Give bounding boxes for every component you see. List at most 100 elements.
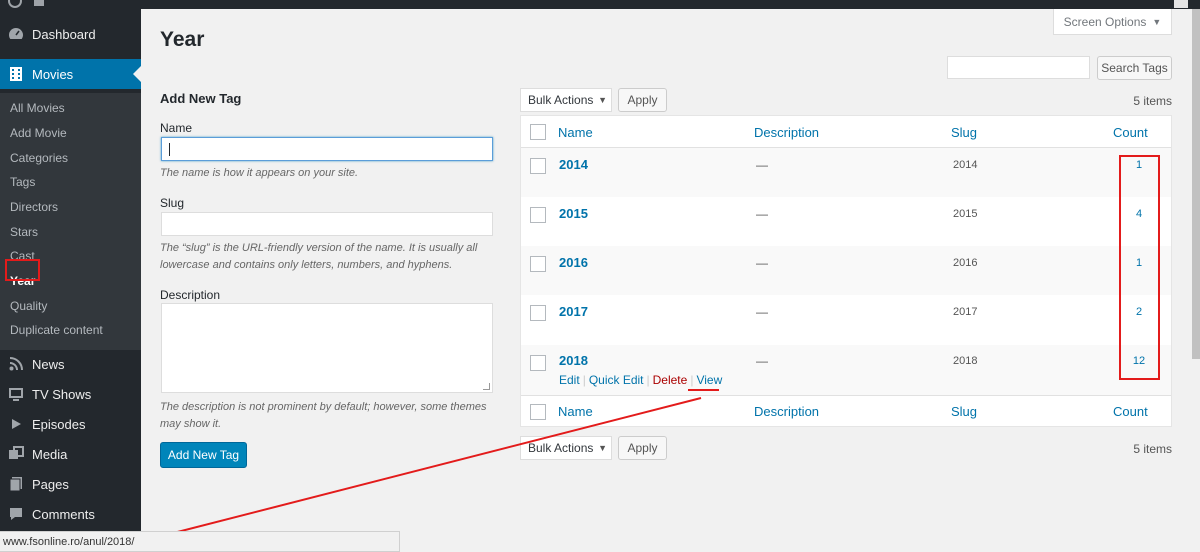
form-heading: Add New Tag xyxy=(160,91,242,106)
table-header-row: Name Description Slug Count xyxy=(521,116,1171,148)
description-label: Description xyxy=(160,288,221,302)
sidebar-item-media[interactable]: Media xyxy=(0,439,141,469)
sidebar-item-episodes[interactable]: Episodes xyxy=(0,409,141,439)
slug-help-text: The “slug” is the URL-friendly version o… xyxy=(160,242,478,271)
bulk-actions-select-top[interactable]: Bulk Actions ▼ xyxy=(520,88,612,112)
delete-link[interactable]: Delete xyxy=(653,373,688,387)
tag-description: — xyxy=(756,354,768,368)
tag-slug: 2017 xyxy=(953,306,978,318)
sidebar-item-dashboard[interactable]: Dashboard xyxy=(0,19,141,49)
sidebar-item-label: Media xyxy=(32,446,68,462)
row-checkbox[interactable] xyxy=(530,355,546,371)
screen-options-button[interactable]: Screen Options ▼ xyxy=(1053,9,1172,35)
sidebar-item-label: News xyxy=(32,356,65,372)
separator: | xyxy=(582,373,586,387)
submenu-all-movies[interactable]: All Movies xyxy=(10,101,65,115)
name-help-text: The name is how it appears on your site. xyxy=(160,167,359,179)
tag-description: — xyxy=(756,207,768,221)
sidebar-item-label: Movies xyxy=(32,66,74,82)
text-caret xyxy=(169,143,170,156)
tv-icon xyxy=(8,386,24,402)
tag-name-link[interactable]: 2014 xyxy=(559,157,588,172)
home-icon[interactable] xyxy=(34,0,44,6)
sidebar-item-label: Comments xyxy=(32,506,95,522)
row-checkbox[interactable] xyxy=(530,305,546,321)
caret-down-icon: ▼ xyxy=(598,95,607,105)
sidebar-item-comments[interactable]: Comments xyxy=(0,499,141,529)
view-link[interactable]: View xyxy=(696,373,722,387)
bulk-actions-label: Bulk Actions xyxy=(528,441,594,455)
pages-icon xyxy=(8,476,24,492)
search-tags-button[interactable]: Search Tags xyxy=(1097,56,1172,80)
column-header-description: Description xyxy=(754,125,820,140)
sidebar-item-movies[interactable]: Movies xyxy=(0,59,141,89)
name-label: Name xyxy=(160,121,193,135)
tag-slug: 2018 xyxy=(953,355,978,367)
edit-link[interactable]: Edit xyxy=(559,373,580,387)
sidebar-item-news[interactable]: News xyxy=(0,349,141,379)
count-highlight-annotation xyxy=(1119,155,1160,380)
film-icon xyxy=(8,66,24,82)
sidebar-item-label: Pages xyxy=(32,476,69,492)
tag-description: — xyxy=(756,158,768,172)
submenu-add-movie[interactable]: Add Movie xyxy=(10,126,67,140)
submenu-stars[interactable]: Stars xyxy=(10,225,38,239)
bulk-actions-label: Bulk Actions xyxy=(528,93,594,107)
row-checkbox[interactable] xyxy=(530,256,546,272)
submenu-directors[interactable]: Directors xyxy=(10,200,58,214)
browser-status-bar: www.fsonline.ro/anul/2018/ xyxy=(0,531,400,552)
column-footer-slug[interactable]: Slug xyxy=(951,404,977,419)
caret-down-icon: ▼ xyxy=(598,443,607,453)
select-all-checkbox[interactable] xyxy=(530,124,546,140)
tag-name-link[interactable]: 2018 xyxy=(559,353,588,368)
column-footer-name[interactable]: Name xyxy=(558,404,593,419)
column-header-name[interactable]: Name xyxy=(558,125,593,140)
tag-slug: 2015 xyxy=(953,208,978,220)
tag-description-field[interactable] xyxy=(161,303,493,393)
apply-button-top[interactable]: Apply xyxy=(618,88,667,112)
tag-name-link[interactable]: 2017 xyxy=(559,304,588,319)
select-all-checkbox-footer[interactable] xyxy=(530,404,546,420)
column-footer-count[interactable]: Count xyxy=(1113,404,1148,419)
screen-options-label: Screen Options xyxy=(1063,14,1147,29)
column-header-count[interactable]: Count xyxy=(1113,125,1148,140)
avatar[interactable] xyxy=(1174,0,1188,8)
movies-submenu: All Movies Add Movie Categories Tags Dir… xyxy=(0,93,141,350)
tag-slug-field[interactable] xyxy=(161,212,493,236)
view-underline-annotation xyxy=(688,389,719,391)
table-row: 2018 — 2018 12 Edit | Quick Edit | Delete | Vi… xyxy=(521,345,1171,395)
quick-edit-link[interactable]: Quick Edit xyxy=(589,373,644,387)
search-tags-input[interactable] xyxy=(947,56,1090,79)
resize-grip-icon[interactable] xyxy=(483,383,490,390)
media-icon xyxy=(8,446,24,462)
add-new-tag-button[interactable]: Add New Tag xyxy=(160,442,247,468)
tag-name-field[interactable] xyxy=(161,137,493,161)
submenu-duplicate-content[interactable]: Duplicate content xyxy=(10,323,103,337)
slug-label: Slug xyxy=(160,196,185,210)
tag-slug: 2014 xyxy=(953,159,978,171)
sidebar-item-label: Dashboard xyxy=(32,26,96,42)
tags-table: Name Description Slug Count 2014 — 2014 … xyxy=(520,115,1172,427)
wordpress-logo-icon[interactable] xyxy=(8,0,22,8)
sidebar-item-pages[interactable]: Pages xyxy=(0,469,141,499)
submenu-quality[interactable]: Quality xyxy=(10,299,47,313)
row-checkbox[interactable] xyxy=(530,207,546,223)
sidebar-item-tv-shows[interactable]: TV Shows xyxy=(0,379,141,409)
tag-name-link[interactable]: 2016 xyxy=(559,255,588,270)
page-scrollbar[interactable] xyxy=(1192,9,1200,359)
items-count-top: 5 items xyxy=(1133,94,1172,108)
column-header-slug[interactable]: Slug xyxy=(951,125,977,140)
submenu-tags[interactable]: Tags xyxy=(10,175,35,189)
items-count-bottom: 5 items xyxy=(1133,442,1172,456)
tag-name-link[interactable]: 2015 xyxy=(559,206,588,221)
year-highlight-annotation xyxy=(5,259,40,281)
table-row: 2016 — 2016 1 xyxy=(521,246,1171,295)
tag-slug: 2016 xyxy=(953,257,978,269)
row-checkbox[interactable] xyxy=(530,158,546,174)
table-footer-row: Name Description Slug Count xyxy=(521,395,1171,427)
submenu-categories[interactable]: Categories xyxy=(10,151,68,165)
table-row: 2017 — 2017 2 xyxy=(521,295,1171,345)
bulk-actions-select-bottom[interactable]: Bulk Actions ▼ xyxy=(520,436,612,460)
apply-button-bottom[interactable]: Apply xyxy=(618,436,667,460)
column-footer-description: Description xyxy=(754,404,820,419)
